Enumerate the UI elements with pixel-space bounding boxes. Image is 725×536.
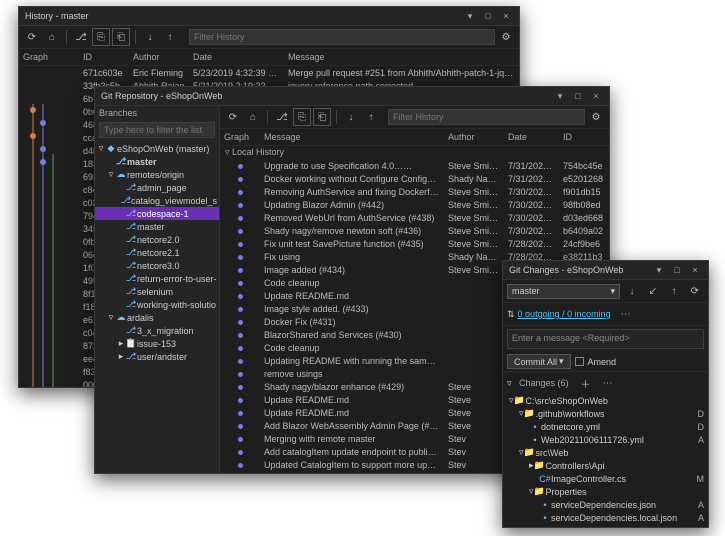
chevron-down-icon[interactable]: ▿ <box>507 378 515 389</box>
home-icon[interactable]: ⌂ <box>43 28 61 46</box>
filter-history-input[interactable] <box>388 109 585 125</box>
maximize-icon[interactable]: □ <box>481 10 495 22</box>
branch-selector[interactable]: master ▾ <box>507 284 620 299</box>
tree-item[interactable]: ⎇master <box>95 155 219 168</box>
view-toggle-icon[interactable]: ⎗ <box>112 28 130 46</box>
file-item[interactable]: ▿📁Properties <box>505 485 706 498</box>
push-icon[interactable]: ↑ <box>161 28 179 46</box>
tree-item[interactable]: ⎇netcore2.1 <box>95 246 219 259</box>
commit-row[interactable]: Removed WebUrl from AuthService (#438)St… <box>220 211 609 224</box>
tree-item[interactable]: ⎇admin_page <box>95 181 219 194</box>
refresh-icon[interactable]: ⟳ <box>224 108 242 126</box>
tree-filter-input[interactable] <box>99 122 215 138</box>
stage-icon[interactable]: ＋ <box>577 374 595 392</box>
local-history-section[interactable]: ▿ Local History <box>220 146 609 159</box>
tree-item[interactable]: ⎇3_x_migration <box>95 324 219 337</box>
tree-item[interactable]: ⎇selenium <box>95 285 219 298</box>
col-message[interactable]: Message <box>284 51 519 63</box>
dropdown-icon[interactable]: ▾ <box>463 10 477 22</box>
file-item[interactable]: •serviceDependencies.jsonA <box>505 498 706 511</box>
tree-item[interactable]: ▸⎇user/andster <box>95 350 219 363</box>
close-icon[interactable]: × <box>688 264 702 276</box>
sync-icon[interactable]: ⟳ <box>686 282 704 300</box>
col-date[interactable]: Date <box>504 131 559 143</box>
col-date[interactable]: Date <box>189 51 284 63</box>
file-item[interactable]: ▿📁src\Web <box>505 446 706 459</box>
branch-icon[interactable]: ⎇ <box>273 108 291 126</box>
outgoing-incoming-link[interactable]: 0 outgoing / 0 incoming <box>518 309 611 319</box>
tree-item[interactable]: ⎇netcore3.0 <box>95 259 219 272</box>
col-id[interactable]: ID <box>79 51 129 63</box>
filter-icon[interactable]: ⚙ <box>587 108 605 126</box>
tree-item[interactable]: ▿☁remotes/origin <box>95 168 219 181</box>
fetch-icon[interactable]: ↓ <box>623 282 641 300</box>
col-author[interactable]: Author <box>444 131 504 143</box>
file-item[interactable]: •serviceDependencies.local.jsonA <box>505 511 706 524</box>
push-icon[interactable]: ↑ <box>665 282 683 300</box>
file-item[interactable]: •Web20211006111726.ymlA <box>505 433 706 446</box>
home-icon[interactable]: ⌂ <box>244 108 262 126</box>
pull-icon[interactable]: ↙ <box>644 282 662 300</box>
commit-row[interactable]: Fix unit test SavePicture function (#435… <box>220 237 609 250</box>
col-message[interactable]: Message <box>260 131 444 143</box>
file-item[interactable]: ▸📁Controllers\Api <box>505 459 706 472</box>
maximize-icon[interactable]: □ <box>571 90 585 102</box>
amend-label: Amend <box>588 357 617 367</box>
close-icon[interactable]: × <box>589 90 603 102</box>
commit-row[interactable]: Removing AuthService and fixing Dockerfi… <box>220 185 609 198</box>
col-graph[interactable]: Graph <box>19 51 79 63</box>
file-item[interactable]: C#ImageController.csM <box>505 472 706 485</box>
pull-icon[interactable]: ↓ <box>141 28 159 46</box>
panel-title: History - master <box>25 11 89 21</box>
commit-all-button[interactable]: Commit All ▾ <box>507 354 571 369</box>
commit-row[interactable]: 671c603eEric Fleming5/23/2019 4:32:39 PM… <box>19 66 519 79</box>
view-toggle-icon[interactable]: ⎘ <box>293 108 311 126</box>
refresh-icon[interactable]: ⟳ <box>23 28 41 46</box>
filter-history-input[interactable] <box>189 29 495 45</box>
commit-message-input[interactable]: Enter a message <Required> <box>507 329 704 349</box>
pull-icon[interactable]: ↓ <box>342 108 360 126</box>
maximize-icon[interactable]: □ <box>670 264 684 276</box>
tree-item[interactable]: ⎇codespace-1 <box>95 207 219 220</box>
filter-icon[interactable]: ⚙ <box>497 28 515 46</box>
tree-item[interactable]: ⎇return-error-to-user- <box>95 272 219 285</box>
file-item[interactable]: ▿📁.github\workflowsD <box>505 407 706 420</box>
tree-item[interactable]: ⎇netcore2.0 <box>95 233 219 246</box>
amend-checkbox[interactable] <box>575 357 584 366</box>
commit-row[interactable]: Docker working without Configure Configu… <box>220 172 609 185</box>
file-item[interactable]: ▿📁C:\src\eShopOnWeb <box>505 394 706 407</box>
commit-row[interactable]: Updating Blazor Admin (#442)Steve Smi…7/… <box>220 198 609 211</box>
tree-item[interactable]: ▸📋issue-153 <box>95 337 219 350</box>
col-graph[interactable]: Graph <box>220 131 260 143</box>
branches-label: Branches <box>95 106 219 120</box>
view-toggle-icon[interactable]: ⎗ <box>313 108 331 126</box>
tree-item[interactable]: ▿☁ardalis <box>95 311 219 324</box>
tree-item[interactable]: ▿◆eShopOnWeb (master) <box>95 142 219 155</box>
commit-row[interactable]: Shady nagy/remove newton soft (#436)Stev… <box>220 224 609 237</box>
panel-title: Git Changes - eShopOnWeb <box>509 265 623 275</box>
view-toggle-icon[interactable]: ⎘ <box>92 28 110 46</box>
dropdown-icon[interactable]: ▾ <box>652 264 666 276</box>
panel-title: Git Repository - eShopOnWeb <box>101 91 222 101</box>
sync-icon: ⇅ <box>507 309 515 320</box>
tree-item[interactable]: ⎇catalog_viewmodel_s <box>95 194 219 207</box>
branch-icon[interactable]: ⎇ <box>72 28 90 46</box>
file-item[interactable]: C#Program.csM <box>505 524 706 528</box>
tree-item[interactable]: ⎇working-with-solutio <box>95 298 219 311</box>
close-icon[interactable]: × <box>499 10 513 22</box>
commit-row[interactable]: Upgrade to use Specification 4.0…origin/… <box>220 159 609 172</box>
tree-item[interactable]: ⎇master <box>95 220 219 233</box>
more-icon[interactable]: ⋯ <box>599 374 617 392</box>
changes-label: Changes (6) <box>519 378 569 388</box>
file-item[interactable]: •dotnetcore.ymlD <box>505 420 706 433</box>
col-id[interactable]: ID <box>559 131 609 143</box>
col-author[interactable]: Author <box>129 51 189 63</box>
dropdown-icon[interactable]: ▾ <box>553 90 567 102</box>
push-icon[interactable]: ↑ <box>362 108 380 126</box>
more-icon[interactable]: ⋯ <box>617 305 635 323</box>
